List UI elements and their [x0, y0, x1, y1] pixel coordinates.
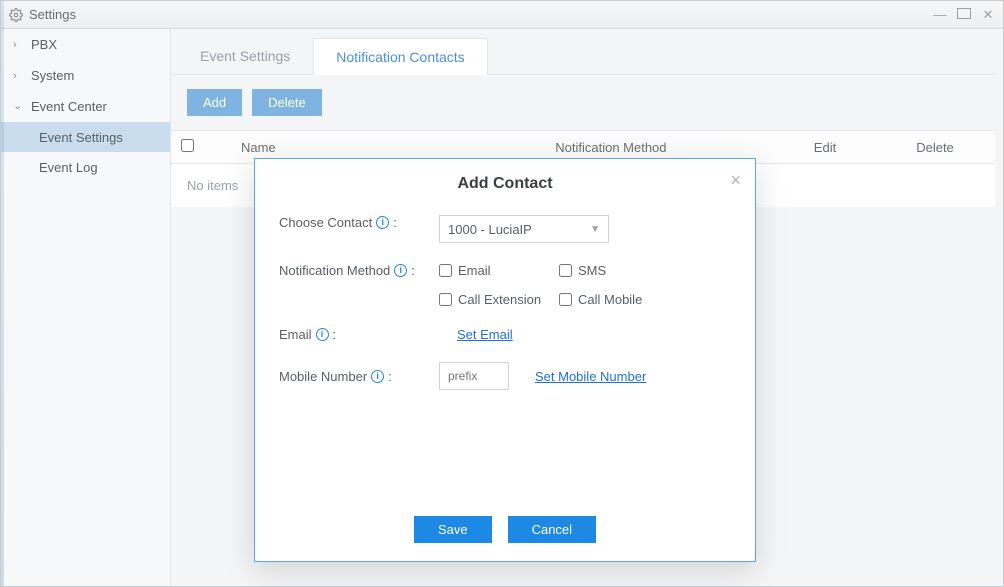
sidebar-item-label: Event Log — [39, 160, 98, 175]
check-email[interactable]: Email — [439, 263, 559, 278]
sidebar-sub-event-settings[interactable]: Event Settings — [1, 122, 170, 152]
mobile-number-label: Mobile Number — [279, 369, 367, 384]
chevron-down-icon: ⌄ — [13, 99, 25, 112]
info-icon[interactable]: i — [394, 264, 407, 277]
info-icon[interactable]: i — [376, 216, 389, 229]
chevron-down-icon: ▼ — [590, 224, 600, 235]
call-mobile-checkbox[interactable] — [559, 293, 572, 306]
tabs: Event Settings Notification Contacts — [171, 37, 995, 75]
gear-icon — [9, 8, 23, 22]
sidebar-item-event-center[interactable]: ⌄ Event Center — [1, 91, 170, 122]
add-button[interactable]: Add — [187, 89, 242, 116]
sidebar-item-label: System — [31, 68, 74, 83]
check-sms[interactable]: SMS — [559, 263, 679, 278]
col-method: Notification Method — [457, 140, 765, 155]
set-mobile-number-link[interactable]: Set Mobile Number — [535, 369, 646, 384]
close-icon[interactable]: × — [730, 171, 741, 189]
chevron-right-icon: › — [13, 39, 25, 51]
choose-contact-select[interactable]: 1000 - LuciaIP ▼ — [439, 215, 609, 243]
set-email-link[interactable]: Set Email — [457, 327, 513, 342]
sidebar-item-label: PBX — [31, 37, 57, 52]
tab-label: Event Settings — [200, 48, 290, 64]
add-contact-modal: × Add Contact Choose Contact i: 1000 - L… — [255, 159, 755, 561]
tab-event-settings[interactable]: Event Settings — [177, 37, 313, 74]
col-delete: Delete — [885, 140, 985, 155]
notification-method-label: Notification Method — [279, 263, 390, 278]
window-left-accent — [1, 1, 4, 586]
chevron-right-icon: › — [13, 70, 25, 82]
select-value: 1000 - LuciaIP — [448, 222, 532, 237]
tab-label: Notification Contacts — [336, 49, 464, 65]
window-close-button[interactable]: ✕ — [981, 8, 995, 22]
window-titlebar: Settings — ✕ — [1, 1, 1003, 29]
window-minimize-button[interactable]: — — [933, 8, 947, 22]
delete-button[interactable]: Delete — [252, 89, 322, 116]
sms-checkbox[interactable] — [559, 264, 572, 277]
info-icon[interactable]: i — [316, 328, 329, 341]
sidebar-sub-event-log[interactable]: Event Log — [1, 152, 170, 182]
call-extension-checkbox[interactable] — [439, 293, 452, 306]
sidebar-item-system[interactable]: › System — [1, 60, 170, 91]
check-call-mobile[interactable]: Call Mobile — [559, 292, 679, 307]
sidebar-item-label: Event Settings — [39, 130, 123, 145]
select-all-checkbox[interactable] — [181, 139, 194, 152]
choose-contact-label: Choose Contact — [279, 215, 372, 230]
window-maximize-button[interactable] — [957, 8, 971, 22]
col-edit: Edit — [765, 140, 885, 155]
check-call-extension[interactable]: Call Extension — [439, 292, 559, 307]
info-icon[interactable]: i — [371, 370, 384, 383]
tab-notification-contacts[interactable]: Notification Contacts — [313, 38, 487, 75]
sidebar: › PBX › System ⌄ Event Center Event Sett… — [1, 29, 171, 586]
window-controls: — ✕ — [933, 8, 995, 22]
sidebar-item-label: Event Center — [31, 99, 107, 114]
save-button[interactable]: Save — [414, 516, 492, 543]
window-title: Settings — [29, 7, 76, 22]
email-checkbox[interactable] — [439, 264, 452, 277]
email-label: Email — [279, 327, 312, 342]
cancel-button[interactable]: Cancel — [508, 516, 596, 543]
col-name: Name — [211, 140, 457, 155]
modal-title: Add Contact — [279, 175, 731, 193]
prefix-input[interactable] — [439, 362, 509, 390]
sidebar-item-pbx[interactable]: › PBX — [1, 29, 170, 60]
toolbar: Add Delete — [171, 75, 995, 130]
